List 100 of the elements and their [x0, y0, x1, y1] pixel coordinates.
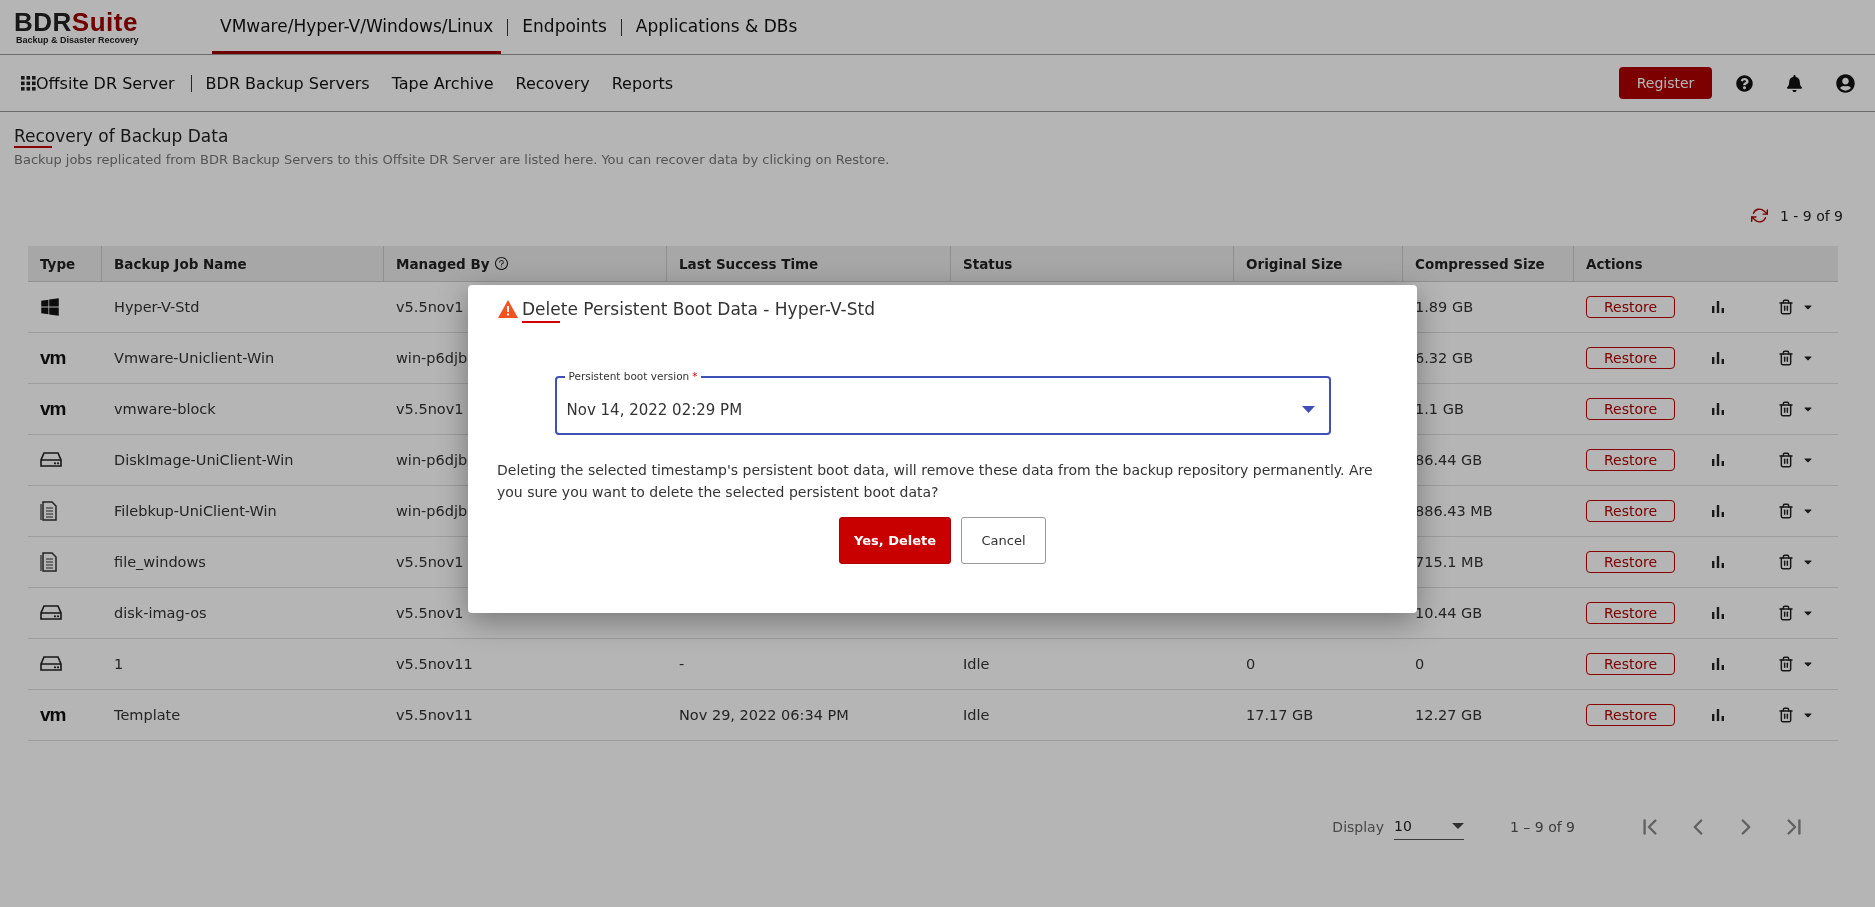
document-icon: [40, 552, 57, 572]
register-button[interactable]: Register: [1619, 67, 1712, 99]
vm-icon: vm: [40, 347, 66, 369]
bar-chart-icon[interactable]: [1711, 555, 1725, 569]
restore-button[interactable]: Restore: [1586, 602, 1675, 624]
table-cell: file_windows: [114, 554, 206, 570]
table-cell: 715.1 MB: [1415, 554, 1484, 570]
table-cell: 886.43 MB: [1415, 503, 1493, 519]
table-cell: v5.5nov1: [396, 401, 464, 417]
trash-icon[interactable]: [1778, 605, 1794, 621]
help-icon[interactable]: [493, 256, 509, 271]
table-cell: Template: [114, 707, 181, 723]
trash-icon[interactable]: [1778, 452, 1794, 468]
nav-tab[interactable]: Endpoints: [514, 0, 615, 54]
table-cell: disk-imag-os: [114, 605, 207, 621]
column-header: Backup Job Name: [102, 246, 384, 282]
table-cell: DiskImage-UniClient-Win: [114, 452, 294, 468]
trash-icon[interactable]: [1778, 350, 1794, 366]
restore-button[interactable]: Restore: [1586, 653, 1675, 675]
table-cell: Vmware-Uniclient-Win: [114, 350, 275, 366]
help-icon[interactable]: [1736, 74, 1753, 92]
table-cell: 1: [114, 656, 124, 672]
column-header: Original Size: [1234, 246, 1403, 282]
table-cell: 0: [1415, 656, 1425, 672]
user-icon[interactable]: [1836, 73, 1855, 93]
vm-icon: vm: [40, 704, 66, 726]
table-cell: Idle: [963, 656, 990, 672]
bar-chart-icon[interactable]: [1711, 402, 1725, 416]
table-cell: 86.44 GB: [1415, 452, 1483, 468]
delete-button[interactable]: Yes, Delete: [839, 517, 951, 564]
cancel-button[interactable]: Cancel: [961, 517, 1046, 564]
logo-text: BDRSuite: [14, 9, 139, 35]
nav-tab[interactable]: Applications & DBs: [627, 0, 806, 54]
nav-link[interactable]: BDR Backup Servers: [205, 73, 370, 93]
bar-chart-icon[interactable]: [1711, 453, 1725, 467]
table-cell: win-p6djb: [396, 503, 468, 519]
table-cell: vmware-block: [114, 401, 216, 417]
restore-button[interactable]: Restore: [1586, 347, 1675, 369]
column-header: Actions: [1574, 246, 1838, 282]
vm-icon: vm: [40, 398, 66, 420]
refresh-icon[interactable]: [1750, 207, 1768, 224]
table-cell: win-p6djb: [396, 452, 468, 468]
page-subtitle: Backup jobs replicated from BDR Backup Servers to this Offsite DR Server are listed here. You can recover data by clicking on Restore.: [14, 152, 891, 167]
table-cell: Nov 29, 2022 06:34 PM: [679, 707, 849, 723]
table-cell: 1.1 GB: [1415, 401, 1464, 417]
bar-chart-icon[interactable]: [1711, 351, 1725, 365]
nav-link[interactable]: Reports: [611, 73, 674, 93]
table-cell: Idle: [963, 707, 990, 723]
column-header: Managed By: [384, 246, 667, 282]
table-cell: 12.27 GB: [1415, 707, 1483, 723]
nav-tab[interactable]: VMware/Hyper-V/Windows/Linux: [212, 0, 502, 54]
bell-icon[interactable]: [1786, 74, 1803, 92]
windows-icon: [40, 297, 60, 317]
restore-button[interactable]: Restore: [1586, 500, 1675, 522]
restore-button[interactable]: Restore: [1586, 398, 1675, 420]
table-cell: v5.5nov1: [396, 554, 464, 570]
caret-icon: [1451, 823, 1464, 829]
page-size-select[interactable]: 10: [1393, 813, 1464, 840]
restore-button[interactable]: Restore: [1586, 449, 1675, 471]
app-grid-icon[interactable]: [20, 75, 36, 91]
dialog-message: Deleting the selected timestamp's persistent boot data, will remove these data from the backup repository permanently. Are you sure you want to delete the selected persistent boot data?: [497, 461, 1374, 502]
nav-link[interactable]: Tape Archive: [391, 73, 494, 93]
bar-chart-icon[interactable]: [1711, 657, 1725, 671]
column-header: Compressed Size: [1403, 246, 1574, 282]
dialog-title: Delete Persistent Boot Data - Hyper-V-Std: [522, 299, 875, 319]
trash-icon[interactable]: [1778, 401, 1794, 417]
table-cell: Hyper-V-Std: [114, 299, 200, 315]
bar-chart-icon[interactable]: [1711, 708, 1725, 722]
trash-icon[interactable]: [1778, 299, 1794, 315]
restore-button[interactable]: Restore: [1586, 296, 1675, 318]
table-cell: win-p6djb: [396, 350, 468, 366]
trash-icon[interactable]: [1778, 554, 1794, 570]
restore-button[interactable]: Restore: [1586, 704, 1675, 726]
caret-icon: [1301, 406, 1315, 413]
restore-button[interactable]: Restore: [1586, 551, 1675, 573]
table-cell: v5.5nov1: [396, 605, 464, 621]
column-header: Status: [951, 246, 1234, 282]
bar-chart-icon[interactable]: [1711, 504, 1725, 518]
column-header: Last Success Time: [667, 246, 951, 282]
table-cell: v5.5nov1: [396, 299, 464, 315]
trash-icon[interactable]: [1778, 656, 1794, 672]
table-cell: 10.44 GB: [1415, 605, 1483, 621]
logo-tagline: Backup & Disaster Recovery: [16, 35, 140, 45]
column-header: Type: [28, 246, 102, 282]
warning-icon: [497, 299, 519, 319]
table-cell: v5.5nov11: [396, 707, 473, 723]
hard-drive-icon: [40, 656, 62, 672]
hard-drive-icon: [40, 452, 62, 468]
bar-chart-icon[interactable]: [1711, 606, 1725, 620]
table-cell: 0: [1246, 656, 1256, 672]
document-icon: [40, 501, 57, 521]
bar-chart-icon[interactable]: [1711, 300, 1725, 314]
trash-icon[interactable]: [1778, 707, 1794, 723]
nav-link[interactable]: Recovery: [515, 73, 590, 93]
record-count: 1 - 9 of 9: [1779, 207, 1843, 224]
nav-link[interactable]: Offsite DR Server: [36, 73, 175, 93]
hard-drive-icon: [40, 605, 62, 621]
trash-icon[interactable]: [1778, 503, 1794, 519]
table-cell: Filebkup-UniClient-Win: [114, 503, 277, 519]
table-cell: 1.89 GB: [1415, 299, 1474, 315]
